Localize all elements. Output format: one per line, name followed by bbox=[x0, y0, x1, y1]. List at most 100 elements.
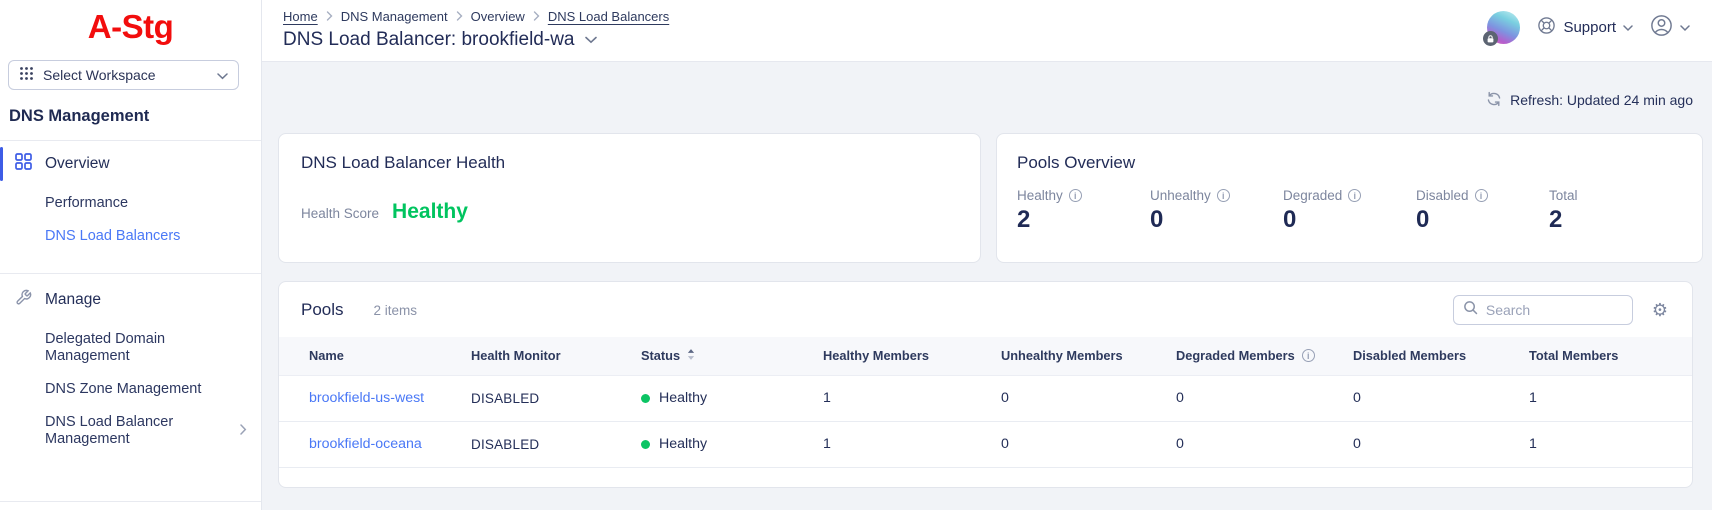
info-icon[interactable] bbox=[1302, 349, 1315, 362]
column-health-monitor: Health Monitor bbox=[471, 337, 641, 375]
table-header-row: Name Health Monitor Status Heal bbox=[279, 337, 1692, 375]
pool-degraded-members: 0 bbox=[1176, 421, 1353, 467]
pool-name-link[interactable]: brookfield-us-west bbox=[309, 390, 424, 406]
sidebar-item-manage[interactable]: Manage bbox=[0, 277, 261, 323]
stat-label: Disabled bbox=[1416, 188, 1469, 203]
pool-status: Healthy bbox=[659, 436, 707, 452]
workspace-selector[interactable]: Select Workspace bbox=[8, 60, 239, 90]
sort-icon bbox=[687, 348, 695, 364]
info-icon[interactable] bbox=[1475, 189, 1488, 202]
chevron-down-icon bbox=[1680, 19, 1690, 36]
stat-value: 2 bbox=[1017, 206, 1150, 234]
breadcrumb-dns-management[interactable]: DNS Management bbox=[341, 9, 448, 24]
sidebar-item-delegated-domain-management[interactable]: Delegated Domain Management bbox=[0, 323, 261, 373]
stat-degraded: Degraded 0 bbox=[1283, 188, 1416, 234]
pool-healthy-members: 1 bbox=[823, 375, 1001, 421]
sidebar-item-label: Manage bbox=[45, 291, 101, 309]
sidebar-section-title: DNS Management bbox=[9, 107, 261, 126]
content: Refresh: Updated 24 min ago DNS Load Bal… bbox=[262, 62, 1712, 488]
health-score-label: Health Score bbox=[301, 206, 379, 221]
page-title: DNS Load Balancer: brookfield-wa bbox=[283, 29, 575, 51]
support-label: Support bbox=[1563, 19, 1616, 36]
info-icon[interactable] bbox=[1069, 189, 1082, 202]
sidebar-item-dns-load-balancer-management[interactable]: DNS Load Balancer Management bbox=[0, 406, 261, 456]
search-box bbox=[1453, 295, 1633, 325]
pool-unhealthy-members: 0 bbox=[1001, 375, 1176, 421]
sidebar: A-Stg Select Workspace DNS Management bbox=[0, 0, 262, 510]
health-score-value: Healthy bbox=[392, 200, 468, 224]
column-status-label: Status bbox=[641, 348, 680, 363]
sidebar-item-label: DNS Load Balancers bbox=[45, 228, 180, 245]
status-dot-healthy bbox=[641, 394, 650, 403]
pool-total-members: 1 bbox=[1529, 375, 1692, 421]
column-disabled-members: Disabled Members bbox=[1353, 337, 1529, 375]
divider bbox=[0, 501, 261, 502]
settings-gear-icon[interactable]: ⚙ bbox=[1652, 301, 1668, 319]
column-status[interactable]: Status bbox=[641, 337, 823, 375]
info-icon[interactable] bbox=[1348, 189, 1361, 202]
stat-value: 0 bbox=[1150, 206, 1283, 234]
title-chevron-down-icon[interactable] bbox=[585, 31, 597, 49]
divider bbox=[0, 273, 261, 274]
sidebar-item-overview[interactable]: Overview bbox=[0, 141, 261, 187]
sidebar-item-label: Performance bbox=[45, 195, 128, 212]
support-menu[interactable]: Support bbox=[1537, 16, 1633, 39]
column-degraded-label: Degraded Members bbox=[1176, 348, 1295, 363]
pool-total-members: 1 bbox=[1529, 421, 1692, 467]
chevron-down-icon bbox=[1623, 19, 1633, 36]
chevron-right-icon bbox=[326, 9, 333, 24]
app-root: A-Stg Select Workspace DNS Management bbox=[0, 0, 1712, 510]
account-menu[interactable] bbox=[1650, 14, 1690, 41]
sidebar-item-performance[interactable]: Performance bbox=[0, 187, 261, 220]
stat-value: 0 bbox=[1416, 206, 1549, 234]
pool-unhealthy-members: 0 bbox=[1001, 421, 1176, 467]
table-row: brookfield-us-west DISABLED Healthy 1 0 … bbox=[279, 375, 1692, 421]
wrench-icon bbox=[15, 289, 32, 311]
overview-grid-icon bbox=[15, 153, 32, 175]
stat-healthy: Healthy 2 bbox=[1017, 188, 1150, 234]
topbar: Home DNS Management Overview DNS Load Ba… bbox=[262, 0, 1712, 62]
stat-total: Total 2 bbox=[1549, 188, 1682, 234]
refresh-label: Refresh: Updated 24 min ago bbox=[1510, 92, 1693, 108]
stat-value: 0 bbox=[1283, 206, 1416, 234]
stat-label: Degraded bbox=[1283, 188, 1342, 203]
sidebar-item-label: DNS Zone Management bbox=[45, 381, 201, 398]
column-total-members: Total Members bbox=[1529, 337, 1692, 375]
column-healthy-members: Healthy Members bbox=[823, 337, 1001, 375]
stat-label: Total bbox=[1549, 188, 1578, 203]
search-input[interactable] bbox=[1486, 302, 1616, 318]
breadcrumb-dns-load-balancers[interactable]: DNS Load Balancers bbox=[548, 9, 669, 24]
workspace-selector-label: Select Workspace bbox=[43, 67, 156, 83]
pool-health-monitor: DISABLED bbox=[471, 375, 641, 421]
column-degraded-members: Degraded Members bbox=[1176, 337, 1353, 375]
stat-unhealthy: Unhealthy 0 bbox=[1150, 188, 1283, 234]
health-card: DNS Load Balancer Health Health Score He… bbox=[278, 133, 981, 263]
pool-healthy-members: 1 bbox=[823, 421, 1001, 467]
pool-disabled-members: 0 bbox=[1353, 375, 1529, 421]
pools-title: Pools bbox=[301, 300, 344, 320]
user-icon bbox=[1650, 14, 1673, 41]
search-icon bbox=[1463, 300, 1478, 320]
chevron-right-icon bbox=[240, 423, 247, 440]
info-icon[interactable] bbox=[1217, 189, 1230, 202]
sidebar-item-dns-zone-management[interactable]: DNS Zone Management bbox=[0, 373, 261, 406]
pool-health-monitor: DISABLED bbox=[471, 421, 641, 467]
pools-card: Pools 2 items ⚙ bbox=[278, 281, 1693, 488]
pools-count: 2 items bbox=[374, 303, 418, 318]
stat-label: Healthy bbox=[1017, 188, 1063, 203]
breadcrumb-home[interactable]: Home bbox=[283, 9, 318, 24]
pool-name-link[interactable]: brookfield-oceana bbox=[309, 436, 422, 452]
stat-disabled: Disabled 0 bbox=[1416, 188, 1549, 234]
stat-label: Unhealthy bbox=[1150, 188, 1211, 203]
grid-dots-icon bbox=[19, 66, 34, 84]
sidebar-item-dns-load-balancers[interactable]: DNS Load Balancers bbox=[0, 220, 261, 253]
pool-degraded-members: 0 bbox=[1176, 375, 1353, 421]
lock-icon bbox=[1483, 31, 1498, 46]
pool-disabled-members: 0 bbox=[1353, 421, 1529, 467]
refresh-button[interactable]: Refresh: Updated 24 min ago bbox=[278, 89, 1693, 111]
sidebar-item-label: Overview bbox=[45, 155, 110, 173]
breadcrumb-overview[interactable]: Overview bbox=[471, 9, 525, 24]
avatar[interactable] bbox=[1487, 11, 1520, 44]
refresh-icon bbox=[1486, 91, 1502, 110]
chevron-right-icon bbox=[533, 9, 540, 24]
